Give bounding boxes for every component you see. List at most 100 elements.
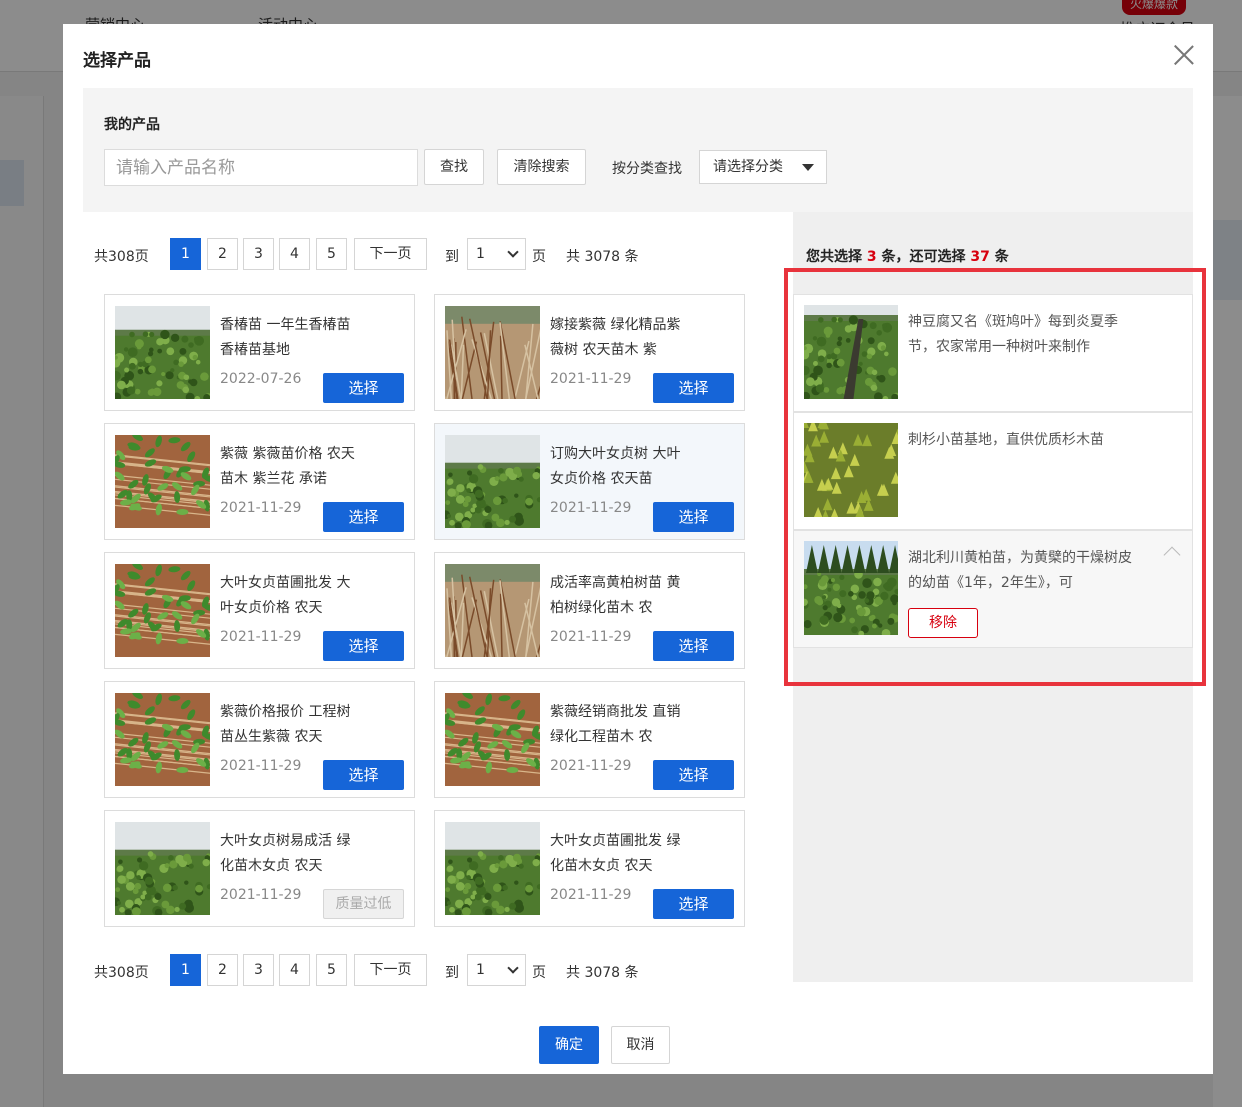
product-date: 2021-11-29 (550, 500, 632, 516)
select-button[interactable]: 选择 (323, 760, 404, 790)
product-thumbnail (111, 562, 215, 657)
pager-to-label: 到 (445, 965, 459, 981)
pager-total-count: 共 3078 条 (566, 965, 639, 981)
selection-suffix: 条 (994, 249, 1009, 265)
product-title: 紫薇价格报价 工程树苗丛生紫薇 农天 (220, 704, 351, 745)
page-button-4[interactable]: 4 (279, 954, 310, 986)
page-jump-select[interactable]: 1 (467, 238, 526, 270)
product-card[interactable]: 紫薇 紫薇苗价格 农天苗木 紫兰花 承诺 2021-11-29 选择 (104, 423, 415, 540)
product-card[interactable]: 大叶女贞苗圃批发 绿化苗木女贞 农天 2021-11-29 选择 (434, 810, 745, 927)
pager-total-pages: 共308页 (94, 249, 149, 265)
selected-title: 神豆腐又名《斑鸠叶》每到炎夏季节，农家常用一种树叶来制作 (908, 314, 1118, 355)
select-product-dialog: 选择产品 我的产品 查找 清除搜索 按分类查找 请选择分类 共308页 1 2 … (63, 24, 1213, 1074)
select-button[interactable]: 选择 (323, 631, 404, 661)
select-button[interactable]: 选择 (653, 631, 734, 661)
product-title: 订购大叶女贞树 大叶女贞价格 农天苗 (550, 446, 681, 487)
product-date: 2021-11-29 (550, 629, 632, 645)
select-button[interactable]: 选择 (653, 760, 734, 790)
product-thumbnail (441, 691, 545, 786)
product-date: 2021-11-29 (550, 371, 632, 387)
product-card[interactable]: 紫薇经销商批发 直销绿化工程苗木 农 2021-11-29 选择 (434, 681, 745, 798)
search-panel: 我的产品 查找 清除搜索 按分类查找 请选择分类 (83, 88, 1193, 212)
remaining-count: 37 (970, 249, 990, 265)
select-button[interactable]: 选择 (653, 889, 734, 919)
remove-button[interactable]: 移除 (908, 608, 978, 638)
product-card[interactable]: 订购大叶女贞树 大叶女贞价格 农天苗 2021-11-29 选择 (434, 423, 745, 540)
selected-thumbnail (800, 305, 901, 402)
product-thumbnail (111, 822, 212, 917)
product-name-input[interactable] (104, 149, 418, 186)
clear-search-button[interactable]: 清除搜索 (497, 149, 586, 185)
selection-prefix: 您共选择 (806, 249, 862, 265)
product-card[interactable]: 大叶女贞树易成活 绿化苗木女贞 农天 2021-11-29 质量过低 (104, 810, 415, 927)
select-button[interactable]: 选择 (323, 502, 404, 532)
product-thumbnail (441, 822, 542, 917)
pager-bottom: 共308页 1 2 3 4 5 下一页 到 1 页 共 3078 条 (94, 954, 694, 988)
pager-top: 共308页 1 2 3 4 5 下一页 到 1 页 共 3078 条 (94, 238, 694, 272)
product-date: 2022-07-26 (220, 371, 302, 387)
product-title: 大叶女贞苗圃批发 大叶女贞价格 农天 (220, 575, 351, 616)
category-select-value: 请选择分类 (713, 159, 783, 175)
product-card[interactable]: 成活率高黄柏树苗 黄柏树绿化苗木 农 2021-11-29 选择 (424, 552, 745, 669)
chevron-up-icon[interactable] (1163, 546, 1181, 564)
select-button[interactable]: 选择 (653, 373, 734, 403)
selected-title: 刺杉小苗基地，直供优质杉木苗 (908, 432, 1104, 448)
page-button-2[interactable]: 2 (207, 954, 238, 986)
product-date: 2021-11-29 (220, 887, 302, 903)
pager-page-unit: 页 (532, 249, 546, 265)
selected-item[interactable]: 神豆腐又名《斑鸠叶》每到炎夏季节，农家常用一种树叶来制作 (793, 294, 1193, 412)
page-button-3[interactable]: 3 (243, 238, 274, 270)
product-date: 2021-11-29 (220, 629, 302, 645)
chevron-down-icon (507, 246, 519, 258)
product-thumbnail (111, 691, 215, 786)
page-button-2[interactable]: 2 (207, 238, 238, 270)
quality-low-button: 质量过低 (323, 889, 404, 919)
product-card[interactable]: 紫薇价格报价 工程树苗丛生紫薇 农天 2021-11-29 选择 (104, 681, 415, 798)
cancel-button[interactable]: 取消 (611, 1026, 670, 1064)
product-thumbnail (441, 435, 542, 530)
product-title: 紫薇 紫薇苗价格 农天苗木 紫兰花 承诺 (220, 446, 355, 487)
pager-total-pages: 共308页 (94, 965, 149, 981)
product-thumbnail (111, 306, 213, 402)
next-page-button[interactable]: 下一页 (354, 954, 427, 986)
product-date: 2021-11-29 (550, 887, 632, 903)
pager-total-count: 共 3078 条 (566, 249, 639, 265)
selected-thumbnail (799, 416, 903, 522)
product-card[interactable]: 香椿苗 一年生香椿苗 香椿苗基地 2022-07-26 选择 (104, 294, 415, 411)
page-button-1[interactable]: 1 (170, 238, 201, 270)
page-button-4[interactable]: 4 (279, 238, 310, 270)
selected-products-panel: 您共选择 3 条，还可选择 37 条 神豆腐又名《斑鸠叶》每到炎夏季节，农家常用… (793, 212, 1193, 982)
product-thumbnail (111, 433, 215, 528)
dialog-title: 选择产品 (83, 51, 151, 71)
select-button[interactable]: 选择 (323, 373, 404, 403)
page-jump-value: 1 (476, 246, 485, 262)
page-jump-select[interactable]: 1 (467, 954, 526, 986)
product-card[interactable]: 嫁接紫薇 绿化精品紫薇树 农天苗木 紫 2021-11-29 选择 (424, 294, 745, 411)
next-page-button[interactable]: 下一页 (354, 238, 427, 270)
find-button[interactable]: 查找 (424, 149, 484, 185)
chevron-down-icon (507, 962, 519, 974)
page-button-3[interactable]: 3 (243, 954, 274, 986)
page-button-1[interactable]: 1 (170, 954, 201, 986)
close-icon[interactable] (1173, 44, 1195, 66)
selected-title: 湖北利川黄柏苗，为黄檗的干燥树皮的幼苗《1年，2年生》，可 (908, 550, 1132, 591)
product-thumbnail (424, 564, 557, 658)
selected-item[interactable]: 刺杉小苗基地，直供优质杉木苗 (793, 412, 1193, 530)
select-button[interactable]: 选择 (653, 502, 734, 532)
selection-middle: 条，还可选择 (881, 249, 966, 265)
category-select[interactable]: 请选择分类 (699, 150, 827, 184)
product-title: 嫁接紫薇 绿化精品紫薇树 农天苗木 紫 (550, 317, 681, 358)
confirm-button[interactable]: 确定 (539, 1026, 599, 1064)
page-jump-value: 1 (476, 962, 485, 978)
product-date: 2021-11-29 (220, 500, 302, 516)
product-title: 大叶女贞苗圃批发 绿化苗木女贞 农天 (550, 833, 681, 874)
page-button-5[interactable]: 5 (316, 954, 347, 986)
product-card[interactable]: 大叶女贞苗圃批发 大叶女贞价格 农天 2021-11-29 选择 (104, 552, 415, 669)
selected-count: 3 (866, 249, 877, 265)
page-button-5[interactable]: 5 (316, 238, 347, 270)
selected-item[interactable]: 湖北利川黄柏苗，为黄檗的干燥树皮的幼苗《1年，2年生》，可移除 (793, 530, 1193, 648)
product-title: 大叶女贞树易成活 绿化苗木女贞 农天 (220, 833, 351, 874)
product-thumbnail (424, 306, 557, 400)
my-products-label: 我的产品 (104, 117, 160, 133)
selected-thumbnail (800, 541, 901, 638)
